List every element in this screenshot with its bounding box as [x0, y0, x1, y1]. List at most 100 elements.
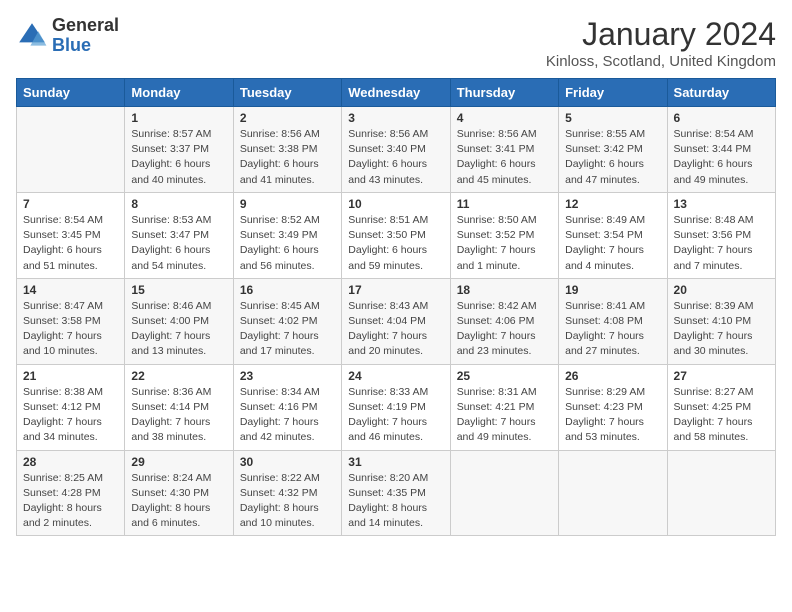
day-number: 8 [131, 197, 226, 211]
day-number: 22 [131, 369, 226, 383]
day-info: Sunrise: 8:39 AM Sunset: 4:10 PM Dayligh… [674, 299, 769, 360]
day-info: Sunrise: 8:41 AM Sunset: 4:08 PM Dayligh… [565, 299, 660, 360]
calendar-cell: 28 Sunrise: 8:25 AM Sunset: 4:28 PM Dayli… [17, 450, 125, 536]
day-info: Sunrise: 8:53 AM Sunset: 3:47 PM Dayligh… [131, 213, 226, 274]
day-number: 6 [674, 111, 769, 125]
day-info: Sunrise: 8:52 AM Sunset: 3:49 PM Dayligh… [240, 213, 335, 274]
day-info: Sunrise: 8:34 AM Sunset: 4:16 PM Dayligh… [240, 385, 335, 446]
day-number: 20 [674, 283, 769, 297]
logo-icon [16, 20, 48, 52]
day-number: 12 [565, 197, 660, 211]
day-number: 19 [565, 283, 660, 297]
calendar-cell: 6 Sunrise: 8:54 AM Sunset: 3:44 PM Daylig… [667, 107, 775, 193]
day-info: Sunrise: 8:47 AM Sunset: 3:58 PM Dayligh… [23, 299, 118, 360]
day-number: 13 [674, 197, 769, 211]
header-row: SundayMondayTuesdayWednesdayThursdayFrid… [17, 79, 776, 107]
calendar-cell: 31Sunrise: 8:20 AM Sunset: 4:35 PM Dayli… [342, 450, 450, 536]
day-info: Sunrise: 8:56 AM Sunset: 3:40 PM Dayligh… [348, 127, 443, 188]
day-info: Sunrise: 8:48 AM Sunset: 3:56 PM Dayligh… [674, 213, 769, 274]
calendar-cell [450, 450, 558, 536]
day-number: 15 [131, 283, 226, 297]
day-number: 28 [23, 455, 118, 469]
day-info: Sunrise: 8:54 AM Sunset: 3:44 PM Dayligh… [674, 127, 769, 188]
day-info: Sunrise: 8:33 AM Sunset: 4:19 PM Dayligh… [348, 385, 443, 446]
calendar-cell: 18 Sunrise: 8:42 AM Sunset: 4:06 PM Dayli… [450, 278, 558, 364]
day-info: Sunrise: 8:45 AM Sunset: 4:02 PM Dayligh… [240, 299, 335, 360]
day-info: Sunrise: 8:27 AM Sunset: 4:25 PM Dayligh… [674, 385, 769, 446]
calendar-cell: 19 Sunrise: 8:41 AM Sunset: 4:08 PM Dayli… [559, 278, 667, 364]
calendar-cell: 16 Sunrise: 8:45 AM Sunset: 4:02 PM Dayli… [233, 278, 341, 364]
week-row-1: 7 Sunrise: 8:54 AM Sunset: 3:45 PM Daylig… [17, 192, 776, 278]
day-number: 24 [348, 369, 443, 383]
calendar-cell: 9 Sunrise: 8:52 AM Sunset: 3:49 PM Daylig… [233, 192, 341, 278]
day-number: 30 [240, 455, 335, 469]
calendar-cell: 1 Sunrise: 8:57 AM Sunset: 3:37 PM Daylig… [125, 107, 233, 193]
day-info: Sunrise: 8:46 AM Sunset: 4:00 PM Dayligh… [131, 299, 226, 360]
day-number: 16 [240, 283, 335, 297]
title-block: January 2024 Kinloss, Scotland, United K… [546, 16, 776, 70]
calendar-cell: 24 Sunrise: 8:33 AM Sunset: 4:19 PM Dayli… [342, 364, 450, 450]
calendar-cell: 27 Sunrise: 8:27 AM Sunset: 4:25 PM Dayli… [667, 364, 775, 450]
day-info: Sunrise: 8:54 AM Sunset: 3:45 PM Dayligh… [23, 213, 118, 274]
calendar-cell: 3 Sunrise: 8:56 AM Sunset: 3:40 PM Daylig… [342, 107, 450, 193]
day-number: 7 [23, 197, 118, 211]
calendar-cell: 10 Sunrise: 8:51 AM Sunset: 3:50 PM Dayli… [342, 192, 450, 278]
calendar-cell: 14 Sunrise: 8:47 AM Sunset: 3:58 PM Dayli… [17, 278, 125, 364]
col-header-sunday: Sunday [17, 79, 125, 107]
day-number: 18 [457, 283, 552, 297]
day-number: 21 [23, 369, 118, 383]
day-info: Sunrise: 8:42 AM Sunset: 4:06 PM Dayligh… [457, 299, 552, 360]
calendar-cell [667, 450, 775, 536]
day-info: Sunrise: 8:51 AM Sunset: 3:50 PM Dayligh… [348, 213, 443, 274]
day-number: 25 [457, 369, 552, 383]
calendar-cell: 26Sunrise: 8:29 AM Sunset: 4:23 PM Dayli… [559, 364, 667, 450]
day-info: Sunrise: 8:24 AM Sunset: 4:30 PM Dayligh… [131, 471, 226, 532]
calendar-cell: 30 Sunrise: 8:22 AM Sunset: 4:32 PM Dayli… [233, 450, 341, 536]
col-header-saturday: Saturday [667, 79, 775, 107]
calendar-cell: 23Sunrise: 8:34 AM Sunset: 4:16 PM Dayli… [233, 364, 341, 450]
day-number: 10 [348, 197, 443, 211]
col-header-friday: Friday [559, 79, 667, 107]
week-row-2: 14 Sunrise: 8:47 AM Sunset: 3:58 PM Dayli… [17, 278, 776, 364]
calendar-cell: 20 Sunrise: 8:39 AM Sunset: 4:10 PM Dayli… [667, 278, 775, 364]
day-info: Sunrise: 8:49 AM Sunset: 3:54 PM Dayligh… [565, 213, 660, 274]
logo-text: General Blue [52, 16, 119, 56]
calendar-cell: 5 Sunrise: 8:55 AM Sunset: 3:42 PM Daylig… [559, 107, 667, 193]
calendar-cell: 12 Sunrise: 8:49 AM Sunset: 3:54 PM Dayli… [559, 192, 667, 278]
day-number: 5 [565, 111, 660, 125]
col-header-wednesday: Wednesday [342, 79, 450, 107]
day-info: Sunrise: 8:50 AM Sunset: 3:52 PM Dayligh… [457, 213, 552, 274]
calendar-table: SundayMondayTuesdayWednesdayThursdayFrid… [16, 78, 776, 536]
day-info: Sunrise: 8:57 AM Sunset: 3:37 PM Dayligh… [131, 127, 226, 188]
day-number: 17 [348, 283, 443, 297]
day-number: 3 [348, 111, 443, 125]
day-info: Sunrise: 8:22 AM Sunset: 4:32 PM Dayligh… [240, 471, 335, 532]
week-row-4: 28 Sunrise: 8:25 AM Sunset: 4:28 PM Dayli… [17, 450, 776, 536]
calendar-cell: 11Sunrise: 8:50 AM Sunset: 3:52 PM Dayli… [450, 192, 558, 278]
day-number: 29 [131, 455, 226, 469]
calendar-cell: 22 Sunrise: 8:36 AM Sunset: 4:14 PM Dayli… [125, 364, 233, 450]
week-row-0: 1 Sunrise: 8:57 AM Sunset: 3:37 PM Daylig… [17, 107, 776, 193]
location: Kinloss, Scotland, United Kingdom [546, 53, 776, 70]
calendar-cell [559, 450, 667, 536]
day-number: 26 [565, 369, 660, 383]
day-number: 27 [674, 369, 769, 383]
day-number: 9 [240, 197, 335, 211]
page-header: General Blue January 2024 Kinloss, Scotl… [16, 16, 776, 70]
day-number: 31 [348, 455, 443, 469]
day-info: Sunrise: 8:36 AM Sunset: 4:14 PM Dayligh… [131, 385, 226, 446]
day-number: 14 [23, 283, 118, 297]
calendar-cell: 29 Sunrise: 8:24 AM Sunset: 4:30 PM Dayli… [125, 450, 233, 536]
col-header-tuesday: Tuesday [233, 79, 341, 107]
calendar-cell: 17Sunrise: 8:43 AM Sunset: 4:04 PM Dayli… [342, 278, 450, 364]
col-header-monday: Monday [125, 79, 233, 107]
calendar-cell: 15 Sunrise: 8:46 AM Sunset: 4:00 PM Dayli… [125, 278, 233, 364]
calendar-cell: 8 Sunrise: 8:53 AM Sunset: 3:47 PM Daylig… [125, 192, 233, 278]
day-number: 1 [131, 111, 226, 125]
calendar-cell: 2Sunrise: 8:56 AM Sunset: 3:38 PM Daylig… [233, 107, 341, 193]
week-row-3: 21Sunrise: 8:38 AM Sunset: 4:12 PM Dayli… [17, 364, 776, 450]
col-header-thursday: Thursday [450, 79, 558, 107]
day-info: Sunrise: 8:55 AM Sunset: 3:42 PM Dayligh… [565, 127, 660, 188]
logo: General Blue [16, 16, 119, 56]
day-info: Sunrise: 8:25 AM Sunset: 4:28 PM Dayligh… [23, 471, 118, 532]
